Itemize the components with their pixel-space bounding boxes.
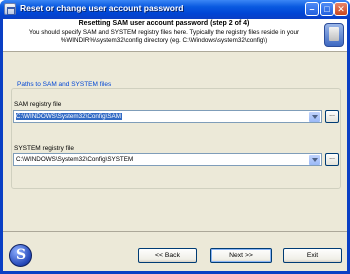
step-title: Resetting SAM user account password (ste… (78, 20, 250, 27)
exit-button[interactable]: Exit (283, 248, 342, 263)
back-button[interactable]: << Back (138, 248, 197, 263)
window-title: Reset or change user account password (20, 3, 184, 13)
system-file-combobox[interactable]: C:\WINDOWS\System32\Config\SYSTEM (13, 153, 322, 166)
step-description: You should specify SAM and SYSTEM regist… (28, 29, 300, 44)
wizard-header: Resetting SAM user account password (ste… (3, 19, 347, 52)
groupbox-label: Paths to SAM and SYSTEM files (15, 81, 114, 88)
close-button[interactable]: ✕ (334, 2, 348, 16)
sam-browse-button[interactable]: ... (325, 110, 339, 123)
sam-file-label: SAM registry file (14, 101, 62, 108)
system-file-label: SYSTEM registry file (14, 145, 74, 152)
chevron-down-icon[interactable] (309, 155, 320, 165)
maximize-button[interactable]: □ (320, 2, 334, 16)
app-logo (9, 244, 32, 267)
chevron-down-icon[interactable] (309, 112, 320, 122)
next-button[interactable]: Next >> (210, 248, 272, 263)
system-browse-button[interactable]: ... (325, 153, 339, 166)
sam-file-combobox[interactable]: C:\WINDOWS\System32\Config\SAM (13, 110, 322, 123)
registry-files-icon (324, 23, 344, 47)
dialog-window: Reset or change user account password – … (0, 0, 350, 274)
title-bar[interactable]: Reset or change user account password – … (0, 0, 350, 19)
dialog-client-area: Resetting SAM user account password (ste… (3, 19, 347, 271)
minimize-button[interactable]: – (305, 2, 319, 16)
footer-divider (3, 231, 347, 232)
system-file-value: C:\WINDOWS\System32\Config\SYSTEM (16, 156, 134, 163)
app-icon (4, 3, 16, 15)
sam-file-value: C:\WINDOWS\System32\Config\SAM (16, 113, 122, 120)
